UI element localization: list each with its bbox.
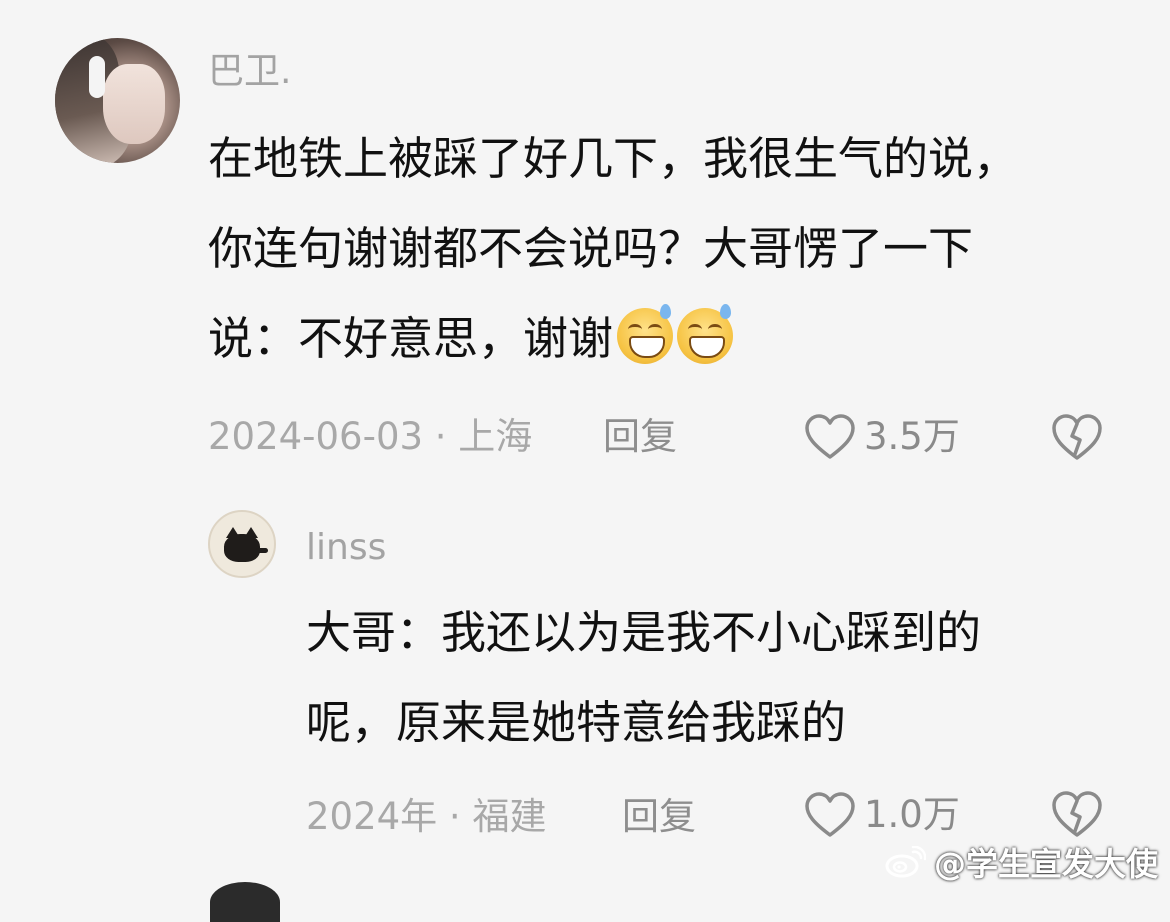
comment-line-3: 说：不好意思，谢谢 xyxy=(208,294,1108,384)
commenter-avatar[interactable] xyxy=(55,38,180,163)
reply-line-2: 呢，原来是她特意给我踩的 xyxy=(306,696,847,749)
comment-reply-button[interactable]: 回复 xyxy=(603,415,677,459)
comment-date-location: 2024-06-03 · 上海 xyxy=(208,415,533,458)
comment-line-1: 在地铁上被踩了好几下，我很生气的说， xyxy=(208,132,1019,185)
reply-like-button[interactable]: 1.0万 xyxy=(804,791,960,839)
reply-date-location: 2024年 · 福建 xyxy=(306,795,547,838)
commenter-username[interactable]: 巴卫. xyxy=(208,50,291,94)
heart-outline-icon xyxy=(805,414,855,459)
reply-avatar[interactable] xyxy=(208,510,276,578)
broken-heart-icon[interactable] xyxy=(1050,789,1104,839)
reply-username[interactable]: linss xyxy=(306,526,386,570)
avatar-headphone-shape xyxy=(89,56,105,98)
avatar-cat-tail-shape xyxy=(256,548,268,553)
broken-heart-icon[interactable] xyxy=(1050,412,1104,462)
comment-text: 在地铁上被踩了好几下，我很生气的说， 你连句谢谢都不会说吗？大哥愣了一下 说：不… xyxy=(208,114,1108,384)
watermark: @学生宣发大使 xyxy=(884,839,1158,885)
watermark-text: @学生宣发大使 xyxy=(933,845,1158,883)
avatar-face-shape xyxy=(103,64,165,144)
comment-like-count: 3.5万 xyxy=(864,415,960,458)
comment-line-2: 你连句谢谢都不会说吗？大哥愣了一下 xyxy=(208,222,974,275)
grinning-sweat-emoji-icon xyxy=(617,304,674,364)
avatar-cat-body-shape xyxy=(224,534,260,562)
comment-line-3-text: 说：不好意思，谢谢 xyxy=(208,312,614,365)
heart-outline-icon xyxy=(805,792,855,837)
weibo-icon xyxy=(885,846,926,878)
reply-reply-button[interactable]: 回复 xyxy=(622,795,696,839)
comment-like-button[interactable]: 3.5万 xyxy=(804,413,960,461)
reply-like-count: 1.0万 xyxy=(864,793,960,836)
next-comment-avatar[interactable] xyxy=(210,882,280,922)
reply-line-1: 大哥：我还以为是我不小心踩到的 xyxy=(306,606,982,659)
reply-text: 大哥：我还以为是我不小心踩到的 呢，原来是她特意给我踩的 xyxy=(306,588,1106,768)
grinning-sweat-emoji-icon xyxy=(677,304,734,364)
